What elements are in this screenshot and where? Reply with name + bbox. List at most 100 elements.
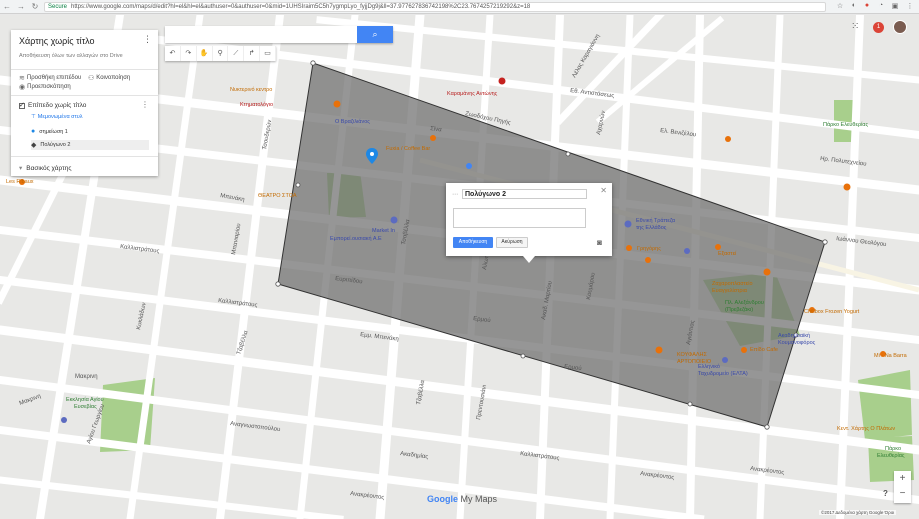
svg-text:Ελληνικό: Ελληνικό [698,363,720,370]
avatar[interactable] [893,20,907,34]
svg-text:Ευαγγελίστρια: Ευαγγελίστρια [712,288,748,294]
svg-text:Mi · Na Barra: Mi · Na Barra [874,353,908,359]
layer-options-icon[interactable]: ⋮ [141,100,149,109]
browser-chrome: ← → ↻ Secure https://www.google.com/maps… [0,0,919,14]
svg-text:Fuxia / Coffee Bar: Fuxia / Coffee Bar [386,146,430,152]
drag-handle-icon[interactable]: ⋯ [452,191,458,198]
svg-text:Εμπορεί.ουσιακή Α.Ε: Εμπορεί.ουσιακή Α.Ε [330,235,382,242]
svg-text:(Πρεβεζάκι): (Πρεβεζάκι) [725,306,753,313]
feature-edit-popup: ⋯ Πολύγωνο 2 ✕ Αποθήκευση Ακύρωση ◙ [446,183,612,263]
svg-text:Πάρκο: Πάρκο [885,445,901,452]
feature-label: σημείωση 1 [39,128,68,135]
svg-text:Καραμάνης Αντώνης: Καραμάνης Αντώνης [447,90,498,97]
description-field[interactable] [453,208,586,228]
feature-title-field[interactable]: Πολύγωνο 2 [462,189,587,199]
address-bar[interactable]: Secure https://www.google.com/maps/d/edi… [44,2,826,12]
redo-icon[interactable]: ↷ [181,46,197,61]
directions-icon[interactable]: ↱ [244,46,261,61]
svg-text:Πάρκο Ελευθερίας: Πάρκο Ελευθερίας [823,121,868,128]
drawing-toolbar: ↶ ↷ ✋ ⚲ ⟋ ↱ ▭ [165,46,277,61]
feature-label: Πολύγωνο 2 [40,142,71,148]
divider [11,69,158,70]
extension-icon-2[interactable]: ◔ [876,2,886,12]
undo-icon[interactable]: ↶ [165,46,181,61]
zoom-in-button[interactable]: + [894,471,911,486]
save-button[interactable]: Αποθήκευση [453,237,493,248]
secure-label: Secure [48,4,68,10]
notification-badge[interactable]: 1 [873,22,884,33]
svg-text:Μακρινη: Μακρινη [75,374,98,380]
svg-text:ΚΟΥΦΑΛΗΣ: ΚΟΥΦΑΛΗΣ [677,352,708,358]
layers-panel: Χάρτης χωρίς τίτλο ⋮ Αποθήκευση όλων των… [11,30,158,176]
hand-icon[interactable]: ✋ [197,46,213,61]
style-link-label: Μεμονωμένα στυλ [37,114,83,120]
svg-text:Κτηματολόγιο: Κτηματολόγιο [240,101,273,108]
svg-text:Ελευθερίας: Ελευθερίας [877,453,905,459]
extension-icon-3[interactable]: ▣ [890,2,900,12]
feature-item-marker[interactable]: ● σημείωση 1 [31,128,68,135]
add-layer-label: Προσθήκη επιπέδου [26,75,82,81]
add-layer-button[interactable]: ≋ Προσθήκη επιπέδου [19,74,81,82]
reload-icon[interactable]: ↻ [28,2,42,11]
svg-text:ΘΕΑΤΡΟ ΣΤΟΑ: ΘΕΑΤΡΟ ΣΤΟΑ [258,193,297,199]
ruler-icon[interactable]: ▭ [260,46,277,61]
svg-text:Ταχυδρομείο (ΕΛΤΑ): Ταχυδρομείο (ΕΛΤΑ) [698,371,748,377]
layer-name[interactable]: Επίπεδο χωρίς τίτλο [28,102,86,109]
layers-icon: ≋ [19,75,25,82]
svg-text:Κεντ. Χάρτης Ο Πλάτων: Κεντ. Χάρτης Ο Πλάτων [837,425,895,432]
close-icon[interactable]: ✕ [600,186,607,195]
svg-text:Εξαστεί: Εξαστεί [718,251,737,257]
svg-text:Γρηγόρης: Γρηγόρης [637,245,661,252]
google-my-maps-logo: Google My Maps [427,494,497,504]
svg-text:Εθνική Τράπεζα: Εθνική Τράπεζα [636,217,676,224]
svg-text:Ο Βραζιλιάνος: Ο Βραζιλιάνος [335,118,370,125]
draw-line-icon[interactable]: ⟋ [228,46,245,61]
map-copyright[interactable]: ©2017 Δεδομένα χάρτη Google Όροι [819,510,897,515]
layer-row[interactable]: Επίπεδο χωρίς τίτλο [19,101,86,109]
cancel-button[interactable]: Ακύρωση [496,237,528,248]
polygon-icon: ◆ [31,142,37,149]
marker-icon: ● [31,128,36,135]
pinterest-icon[interactable]: ● [862,2,872,12]
eye-icon: ◉ [19,84,26,91]
menu-icon[interactable]: ⋮ [905,2,915,12]
search-button[interactable]: ⌕ [357,26,393,43]
camera-icon[interactable]: ◙ [597,238,602,247]
svg-text:της Ελλάδος: της Ελλάδος [636,224,667,231]
add-marker-icon[interactable]: ⚲ [213,46,229,61]
svg-text:Ευσεβίας: Ευσεβίας [74,404,97,410]
feature-item-polygon[interactable]: ◆ Πολύγωνο 2 [31,140,149,150]
layer-checkbox[interactable] [19,101,25,109]
zoom-control: + − [894,471,911,503]
chevron-down-icon: ▾ [19,165,23,172]
logo-google: Google [427,494,458,504]
search-input[interactable] [165,29,357,46]
style-link[interactable]: ⊤ Μεμονωμένα στυλ [31,114,83,120]
zoom-out-button[interactable]: − [894,486,911,501]
forward-icon[interactable]: → [14,2,28,11]
svg-text:Les Ribaux: Les Ribaux [6,179,34,185]
search-icon: ⌕ [372,29,378,39]
extension-icon[interactable]: ◐ [849,2,859,12]
app-window: ← → ↻ Secure https://www.google.com/maps… [0,0,919,519]
basemap-row[interactable]: ▾ Βασικός χάρτης [19,164,71,173]
preview-button[interactable]: ◉ Προεπισκόπηση [19,83,71,91]
back-icon[interactable]: ← [0,2,14,11]
map-title[interactable]: Χάρτης χωρίς τίτλο [19,36,95,46]
logo-mymaps: My Maps [460,494,498,504]
svg-text:Market In: Market In [372,228,395,234]
help-button[interactable]: ? [883,489,888,498]
share-label: Κοινοποίηση [96,75,131,81]
add-person-icon: ⚇ [88,75,95,82]
svg-text:Chillbox Frozen Yogurt: Chillbox Frozen Yogurt [804,309,860,315]
share-button[interactable]: ⚇ Κοινοποίηση [88,74,130,82]
star-icon[interactable]: ☆ [835,2,845,12]
apps-grid-icon[interactable]: ⁙ [851,21,859,32]
url-text: https://www.google.com/maps/d/edit?hl=el… [71,4,531,10]
svg-text:Πλ. Αλεξάνδρου: Πλ. Αλεξάνδρου [725,299,764,306]
more-options-icon[interactable]: ⋮ [143,34,152,45]
divider [11,95,158,96]
divider [11,156,158,157]
search-box: ⌕ [165,26,393,46]
svg-text:Εκκλησία Αγίου: Εκκλησία Αγίου [66,397,104,403]
